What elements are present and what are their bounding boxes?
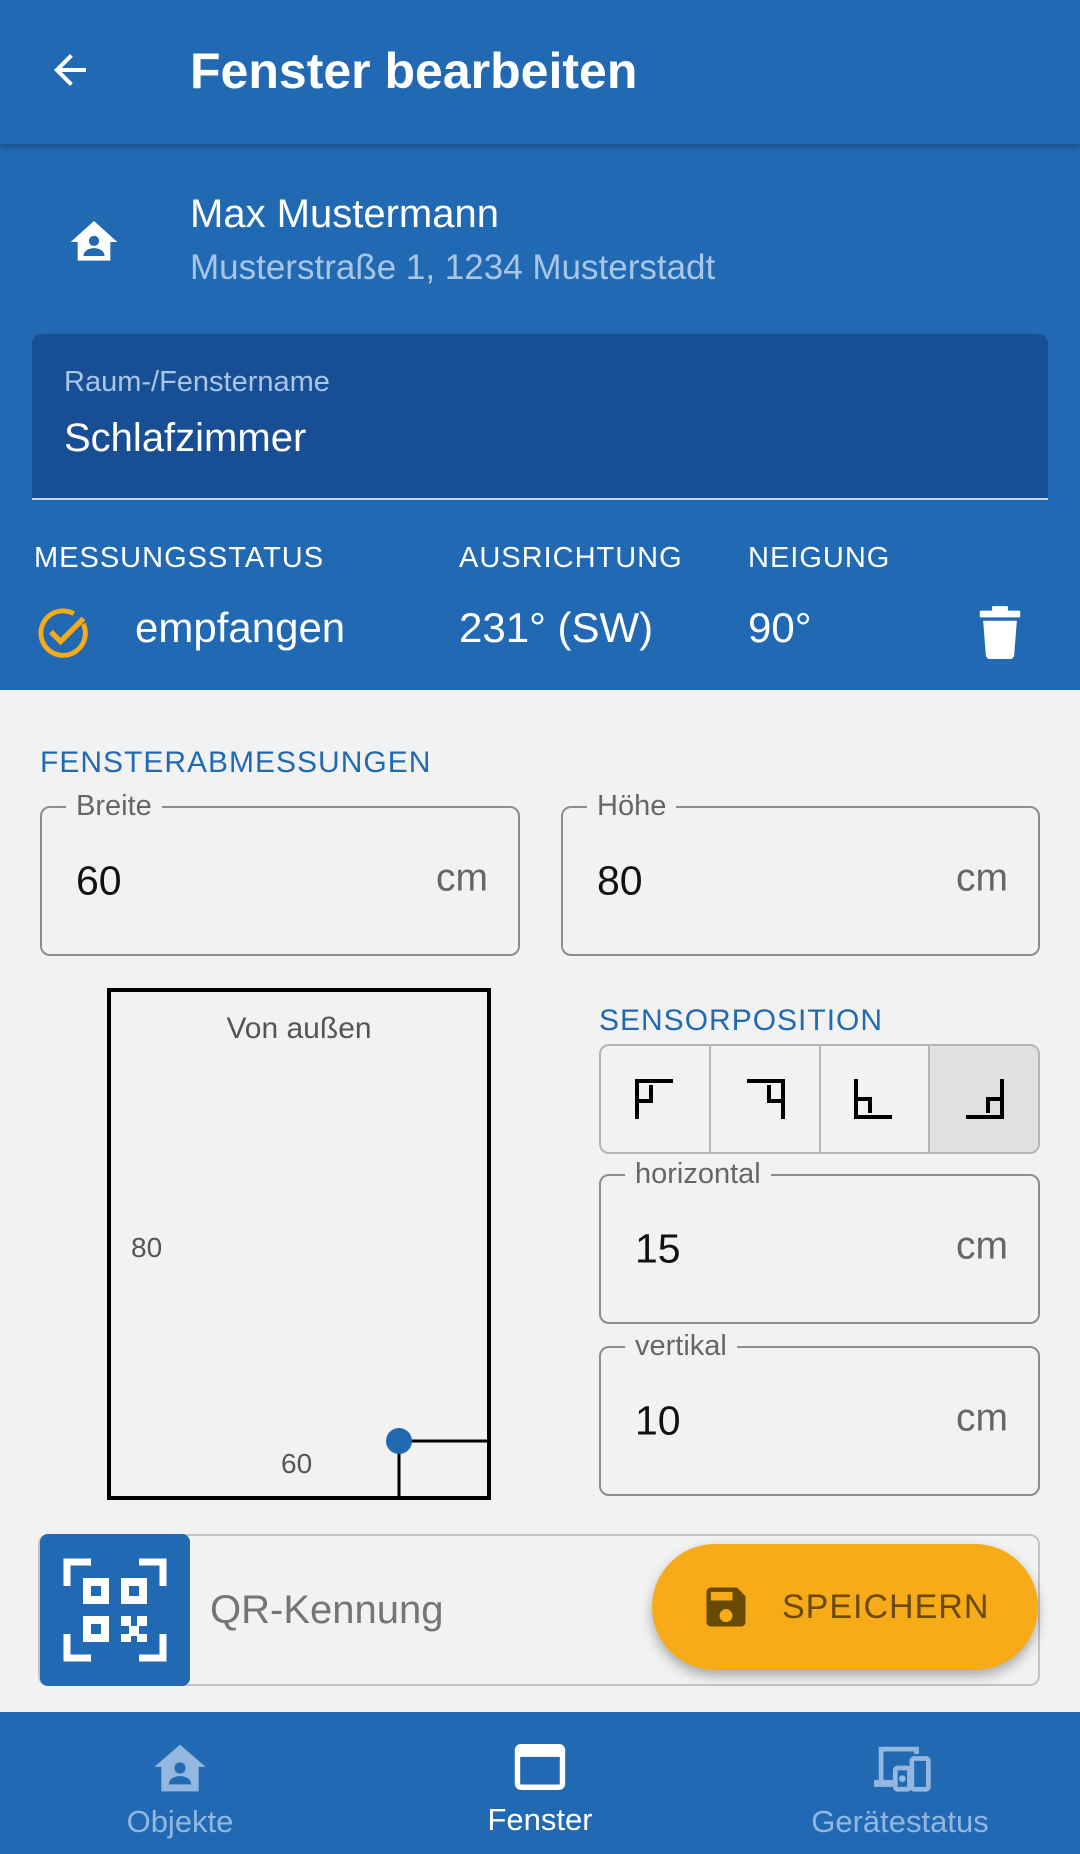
window-diagram: Von außen 80 60 <box>107 988 491 1500</box>
nav-label-geraetestatus: Gerätestatus <box>811 1804 989 1839</box>
home-account-icon <box>70 221 118 261</box>
window-icon <box>514 1744 566 1790</box>
width-field[interactable]: Breite cm <box>40 786 520 956</box>
width-input[interactable] <box>76 857 276 905</box>
width-label: Breite <box>66 786 162 826</box>
orientation-header: AUSRICHTUNG <box>459 542 683 574</box>
sensor-position-bottom-right[interactable] <box>930 1046 1038 1152</box>
delete-button[interactable] <box>970 600 1030 664</box>
page-title: Fenster bearbeiten <box>190 43 638 99</box>
width-unit: cm <box>436 856 488 900</box>
trash-icon <box>979 606 1021 659</box>
height-field[interactable]: Höhe cm <box>561 786 1040 956</box>
back-button[interactable] <box>30 30 110 110</box>
sensor-position-toggle <box>599 1044 1040 1154</box>
horizontal-offset-field[interactable]: horizontal cm <box>599 1154 1040 1324</box>
sensor-section-title: SENSORPOSITION <box>599 1004 884 1037</box>
vertical-offset-unit: cm <box>956 1396 1008 1440</box>
room-name-field[interactable]: Raum-/Fenstername <box>32 334 1048 500</box>
bottom-navigation: Objekte Fenster Gerätestatus <box>0 1712 1080 1854</box>
sensor-position-marker <box>386 1428 487 1496</box>
sensor-position-top-left[interactable] <box>601 1046 711 1152</box>
vertical-offset-input[interactable] <box>635 1397 835 1445</box>
home-account-icon <box>154 1744 206 1792</box>
nav-item-objekte[interactable]: Objekte <box>0 1712 360 1854</box>
save-icon <box>706 1587 746 1627</box>
qr-scan-button[interactable] <box>40 1534 190 1686</box>
corner-top-right-icon <box>746 1079 785 1119</box>
arrow-back-icon <box>54 54 86 86</box>
measurement-status-header: MESSUNGSSTATUS <box>34 542 325 574</box>
horizontal-offset-label: horizontal <box>625 1154 771 1194</box>
sensor-position-top-right[interactable] <box>711 1046 821 1152</box>
horizontal-offset-unit: cm <box>956 1224 1008 1268</box>
corner-bottom-right-icon <box>966 1079 1005 1119</box>
owner-name: Max Mustermann <box>190 192 499 236</box>
save-button[interactable]: SPEICHERN <box>652 1544 1038 1670</box>
nav-label-objekte: Objekte <box>126 1804 234 1839</box>
tilt-header: NEIGUNG <box>748 542 891 574</box>
tilt-value: 90° <box>748 604 812 651</box>
orientation-value: 231° (SW) <box>459 604 654 651</box>
check-circle-icon <box>38 608 88 658</box>
vertical-offset-label: vertikal <box>625 1326 737 1366</box>
owner-address: Musterstraße 1, 1234 Musterstadt <box>190 248 716 287</box>
devices-icon <box>874 1746 931 1792</box>
qr-id-input[interactable] <box>210 1588 630 1633</box>
nav-item-fenster[interactable]: Fenster <box>360 1712 720 1854</box>
nav-label-fenster: Fenster <box>487 1802 593 1837</box>
horizontal-offset-input[interactable] <box>635 1225 835 1273</box>
height-input[interactable] <box>597 857 797 905</box>
qr-code-scan-icon <box>63 1558 167 1662</box>
vertical-offset-field[interactable]: vertikal cm <box>599 1326 1040 1496</box>
corner-top-left-icon <box>634 1079 673 1119</box>
window-header-panel: Max Mustermann Musterstraße 1, 1234 Must… <box>0 144 1080 690</box>
room-name-label: Raum-/Fenstername <box>64 366 330 398</box>
app-bar: Fenster bearbeiten <box>0 0 1080 144</box>
height-unit: cm <box>956 856 1008 900</box>
save-button-label: SPEICHERN <box>782 1587 990 1626</box>
room-name-input[interactable] <box>64 416 964 461</box>
height-label: Höhe <box>587 786 677 826</box>
dimensions-section-title: FENSTERABMESSUNGEN <box>40 746 432 779</box>
sensor-position-bottom-left[interactable] <box>821 1046 931 1152</box>
corner-bottom-left-icon <box>854 1079 893 1119</box>
measurement-status-value: empfangen <box>135 604 346 651</box>
nav-item-geraetestatus[interactable]: Gerätestatus <box>720 1712 1080 1854</box>
